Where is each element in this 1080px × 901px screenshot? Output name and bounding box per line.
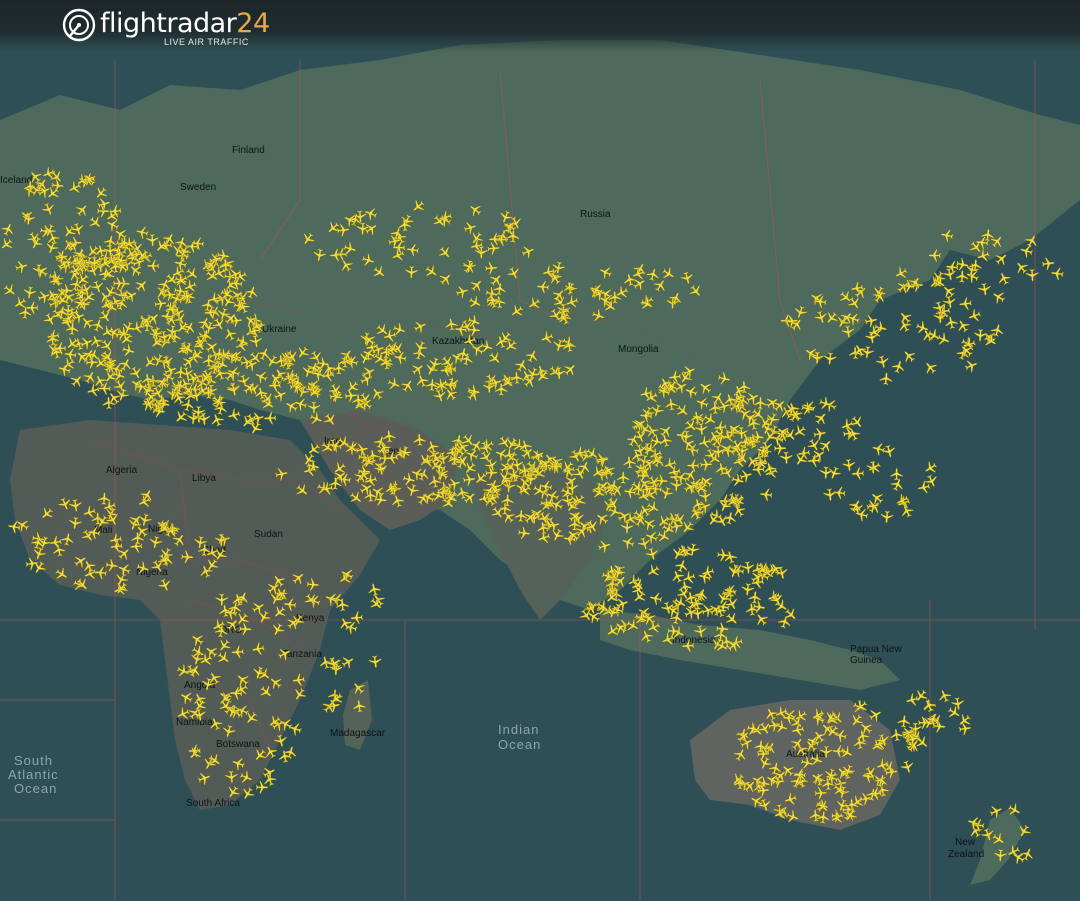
label-papua-new-guinea: Papua New <box>850 644 902 655</box>
label-south-atlantic-3: Ocean <box>14 781 57 796</box>
brand-name: flightradar24 <box>100 8 270 39</box>
radar-logo-icon <box>62 8 96 42</box>
label-botswana: Botswana <box>216 739 260 750</box>
label-algeria: Algeria <box>106 465 138 476</box>
top-bar: flightradar24 LIVE AIR TRAFFIC <box>0 0 1080 52</box>
label-russia: Russia <box>580 209 611 220</box>
label-mongolia: Mongolia <box>618 344 659 355</box>
label-madagascar: Madagascar <box>330 728 386 739</box>
label-namibia: Namibia <box>176 717 213 728</box>
label-papua-new-guinea-2: Guinea <box>850 655 883 666</box>
label-new-zealand-2: Zealand <box>948 849 984 860</box>
label-kazakhstan: Kazakhstan <box>432 336 484 347</box>
label-tanzania: Tanzania <box>282 649 322 660</box>
label-indian-ocean: Indian <box>498 722 539 737</box>
brand-tagline: LIVE AIR TRAFFIC <box>164 37 249 47</box>
label-south-africa: South Africa <box>186 798 240 809</box>
label-indonesia: Indonesia <box>672 635 716 646</box>
label-sudan: Sudan <box>254 529 283 540</box>
label-indian-ocean-2: Ocean <box>498 737 541 752</box>
label-libya: Libya <box>192 473 216 484</box>
label-finland: Finland <box>232 145 265 156</box>
label-iceland: Iceland <box>0 175 32 186</box>
label-south-atlantic-2: Atlantic <box>8 767 59 782</box>
brand-logo[interactable]: flightradar24 LIVE AIR TRAFFIC <box>62 6 270 50</box>
flight-map[interactable]: Finland Sweden Iceland Russia Ukraine Ka… <box>0 0 1080 901</box>
label-sweden: Sweden <box>180 182 216 193</box>
label-ukraine: Ukraine <box>262 324 297 335</box>
label-south-atlantic: South <box>14 753 53 768</box>
label-new-zealand: New <box>955 837 976 848</box>
label-australia: Australia <box>786 749 825 760</box>
